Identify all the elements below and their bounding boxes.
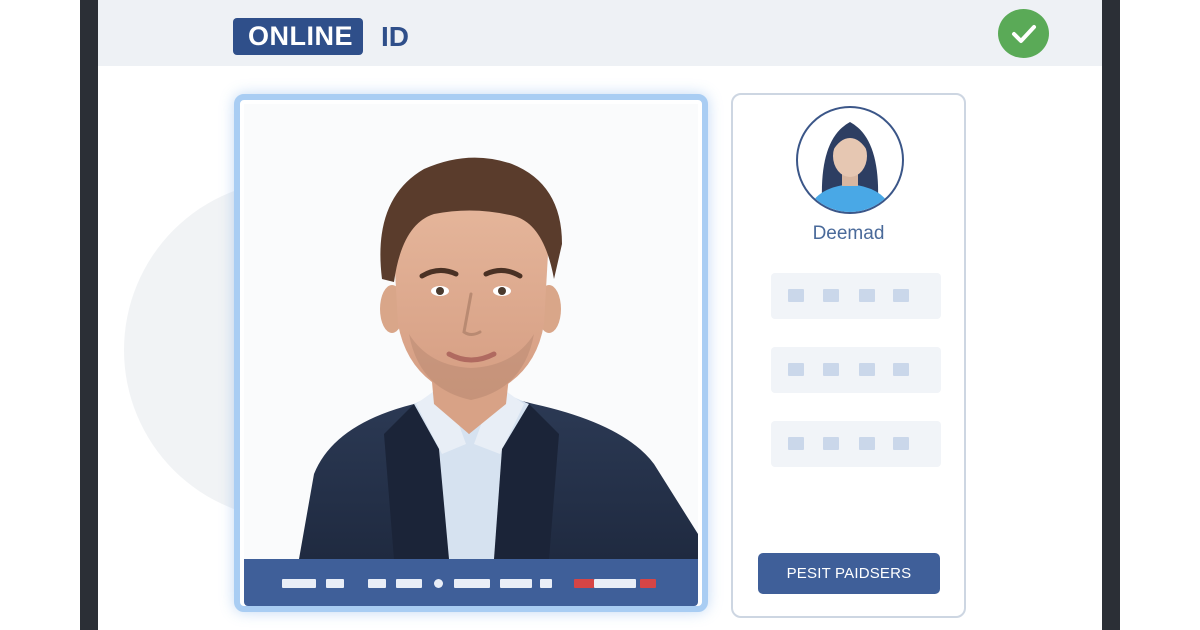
field-placeholder (893, 437, 909, 450)
avatar (796, 106, 904, 214)
field-placeholder (823, 289, 839, 302)
header-bar: ONLINE ID (98, 0, 1102, 66)
info-field (771, 273, 941, 319)
mrz-segment (326, 579, 344, 588)
mrz-strip (244, 559, 698, 606)
mrz-segment (500, 579, 532, 588)
field-placeholder (859, 289, 875, 302)
mrz-segment (282, 579, 316, 588)
field-placeholder (859, 437, 875, 450)
id-photo (244, 104, 698, 559)
field-placeholder (893, 363, 909, 376)
id-photo-card (234, 94, 708, 612)
field-placeholder (823, 437, 839, 450)
app-screen: ONLINE ID Deemad PESIT PAIDSERS (98, 0, 1102, 630)
field-placeholder (788, 289, 804, 302)
device-bezel-left (80, 0, 98, 630)
mrz-dot (434, 579, 443, 588)
mrz-segment (540, 579, 552, 588)
mrz-segment (396, 579, 422, 588)
app-logo[interactable]: ONLINE ID (233, 18, 409, 55)
action-button[interactable]: PESIT PAIDSERS (758, 553, 940, 594)
mrz-alert-segment (574, 579, 594, 588)
mrz-segment (594, 579, 636, 588)
logo-suffix: ID (381, 20, 410, 52)
profile-name: Deemad (812, 223, 885, 244)
info-field (771, 347, 941, 393)
profile-card: Deemad PESIT PAIDSERS (731, 93, 966, 618)
field-placeholder (859, 363, 875, 376)
logo-text: ONLINE (233, 18, 364, 55)
mrz-alert-segment (640, 579, 656, 588)
mrz-segment (454, 579, 490, 588)
device-bezel-right (1102, 0, 1120, 630)
field-placeholder (823, 363, 839, 376)
field-placeholder (788, 363, 804, 376)
woman-avatar-icon (808, 122, 892, 212)
field-placeholder (893, 289, 909, 302)
field-placeholder (788, 437, 804, 450)
info-field (771, 421, 941, 467)
check-circle-icon (998, 9, 1049, 58)
mrz-segment (368, 579, 386, 588)
